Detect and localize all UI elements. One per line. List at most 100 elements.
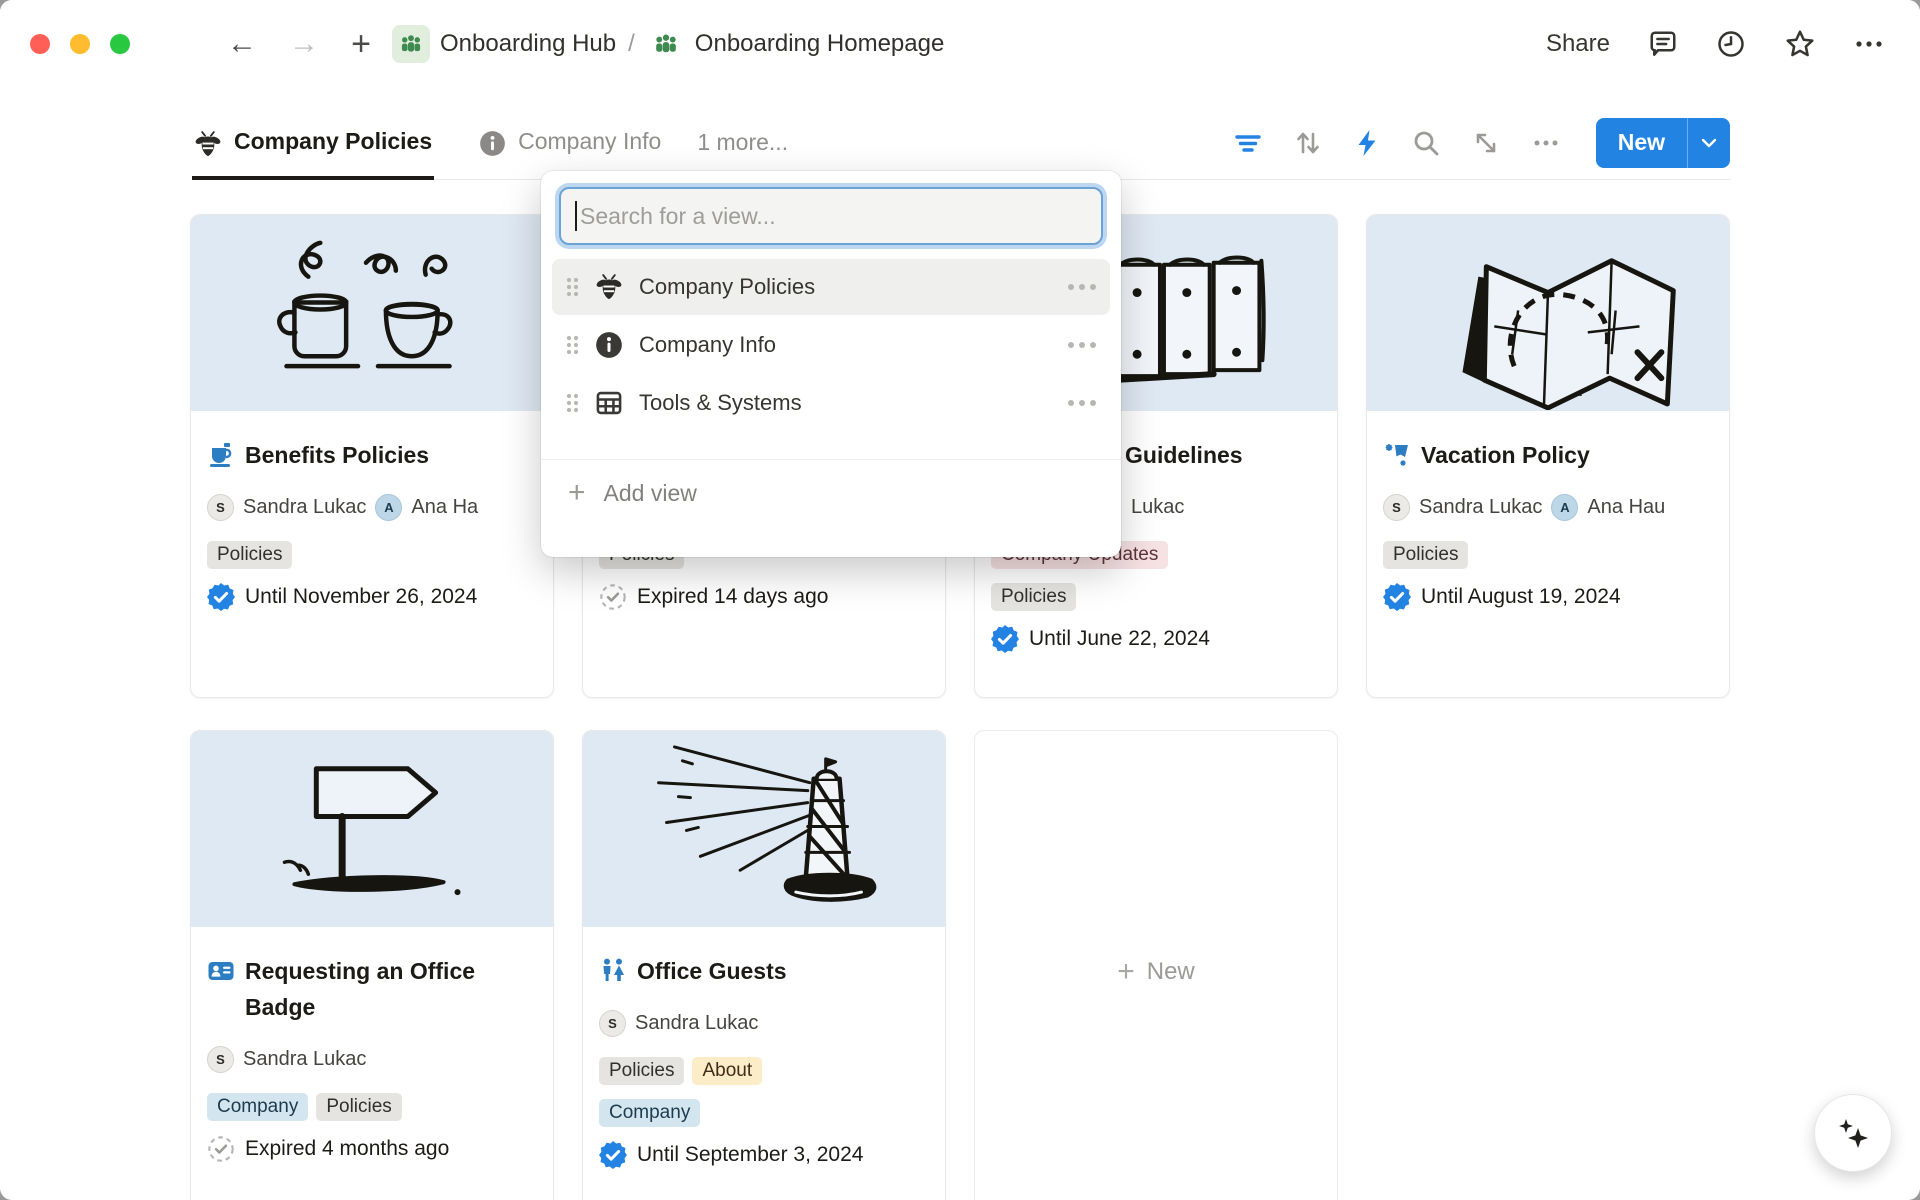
view-label: Tools & Systems [639, 390, 1052, 416]
sort-icon[interactable] [1294, 129, 1322, 157]
id-badge-icon [207, 957, 235, 985]
card-status: Until June 22, 2024 [991, 625, 1321, 653]
tag-policies: Policies [207, 541, 292, 569]
card-tags: Policies [1383, 541, 1713, 569]
card-vacation-policy[interactable]: Vacation Policy S Sandra Lukac A Ana Hau… [1366, 214, 1730, 698]
sidebar-menu-icon[interactable] [164, 32, 196, 57]
status-text: Until August 19, 2024 [1421, 585, 1621, 609]
view-row-menu-icon[interactable] [1068, 284, 1096, 290]
view-options-icon[interactable] [1532, 129, 1560, 157]
chevron-down-icon [1701, 138, 1717, 148]
text-caret [575, 201, 577, 231]
card-office-guests[interactable]: Office Guests S Sandra Lukac Policies Ab… [582, 730, 946, 1200]
status-text: Expired 14 days ago [637, 585, 828, 609]
zoom-window-button[interactable] [110, 34, 130, 54]
comments-icon[interactable] [1648, 29, 1678, 59]
card-cover-signpost-doodle [191, 731, 553, 927]
ai-assistant-button[interactable] [1814, 1094, 1892, 1172]
card-tags: Company Policies [207, 1093, 537, 1121]
window-controls [30, 34, 130, 54]
breadcrumb-item-hub[interactable]: Onboarding Hub [392, 25, 616, 63]
new-card-button[interactable]: + New [974, 730, 1338, 1200]
new-record-button-group: New [1596, 118, 1730, 168]
view-row-company-info[interactable]: Company Info [552, 317, 1110, 373]
drag-handle-icon[interactable] [566, 392, 579, 414]
sparkles-icon [1831, 1111, 1875, 1155]
bee-icon [194, 130, 222, 158]
avatar: S [207, 1046, 234, 1073]
card-status: Until August 19, 2024 [1383, 583, 1713, 611]
drag-handle-icon[interactable] [566, 334, 579, 356]
card-status: Expired 4 months ago [207, 1135, 537, 1163]
new-button-dropdown[interactable] [1688, 118, 1730, 168]
new-page-icon[interactable]: + [346, 25, 376, 64]
filter-icon[interactable] [1234, 129, 1262, 157]
share-button[interactable]: Share [1546, 30, 1610, 58]
bee-icon [595, 273, 623, 301]
titlebar: ← → + Onboarding Hub / Onboarding Homepa… [0, 0, 1920, 88]
tag-policies: Policies [991, 583, 1076, 611]
tag-policies: Policies [1383, 541, 1468, 569]
search-icon[interactable] [1412, 129, 1440, 157]
view-row-company-policies[interactable]: Company Policies [552, 259, 1110, 315]
coffee-mug-icon [207, 441, 235, 469]
two-people-icon [599, 957, 627, 985]
view-row-menu-icon[interactable] [1068, 400, 1096, 406]
card-title-row: Vacation Policy [1383, 437, 1713, 473]
new-button[interactable]: New [1596, 118, 1687, 168]
avatar: A [1551, 494, 1578, 521]
card-cover-map-doodle [1367, 215, 1729, 411]
new-card-label: New [1147, 958, 1195, 986]
view-row-tools-systems[interactable]: Tools & Systems [552, 375, 1110, 431]
card-title-row: Office Guests [599, 953, 929, 989]
automations-lightning-icon[interactable] [1354, 129, 1380, 157]
more-options-icon[interactable] [1854, 29, 1884, 59]
plus-icon: + [1117, 955, 1135, 989]
team-icon [647, 25, 685, 63]
card-tags: Policies About [599, 1057, 929, 1085]
person-name: Sandra Lukac [1419, 496, 1542, 519]
card-title: Benefits Policies [245, 437, 429, 473]
plus-icon: + [568, 476, 586, 510]
card-tags: Policies [991, 583, 1321, 611]
expired-check-icon [207, 1135, 235, 1163]
tab-label: Company Policies [234, 128, 432, 155]
card-requesting-office-badge[interactable]: Requesting an Office Badge S Sandra Luka… [190, 730, 554, 1200]
breadcrumb-separator: / [628, 30, 635, 58]
minimize-window-button[interactable] [70, 34, 90, 54]
breadcrumb-item-homepage[interactable]: Onboarding Homepage [647, 25, 945, 63]
favorite-star-icon[interactable] [1784, 28, 1816, 60]
view-toolbar: New [1234, 118, 1730, 168]
card-title-row: Requesting an Office Badge [207, 953, 537, 1025]
view-search-input[interactable]: Search for a view... [559, 187, 1103, 245]
card-content: Requesting an Office Badge S Sandra Luka… [191, 927, 553, 1200]
card-people-row: S Sandra Lukac [599, 1009, 929, 1037]
info-icon [595, 331, 623, 359]
card-tags: Policies [207, 541, 537, 569]
view-row-menu-icon[interactable] [1068, 342, 1096, 348]
tab-more-views[interactable]: 1 more... [697, 129, 788, 156]
add-view-button[interactable]: + Add view [552, 460, 1110, 526]
verified-badge-icon [991, 625, 1019, 653]
drag-handle-icon[interactable] [566, 276, 579, 298]
expand-icon[interactable] [1472, 129, 1500, 157]
card-benefits-policies[interactable]: Benefits Policies S Sandra Lukac A Ana H… [190, 214, 554, 698]
tab-company-policies[interactable]: Company Policies [192, 107, 434, 180]
forward-arrow-icon[interactable]: → [288, 27, 320, 61]
vacation-icon [1383, 441, 1411, 469]
person-name: Ana Hau [1587, 496, 1665, 519]
card-title: Requesting an Office Badge [245, 953, 537, 1025]
card-status: Expired 14 days ago [599, 583, 929, 611]
search-placeholder: Search for a view... [580, 203, 776, 230]
card-title: Guidelines [1125, 437, 1243, 473]
history-clock-icon[interactable] [1716, 29, 1746, 59]
add-view-label: Add view [604, 480, 697, 507]
card-people-row: S Sandra Lukac A Ana Hau [1383, 493, 1713, 521]
close-window-button[interactable] [30, 34, 50, 54]
tag-about: About [692, 1057, 762, 1085]
team-icon [392, 25, 430, 63]
avatar: S [1383, 494, 1410, 521]
tab-company-info[interactable]: Company Info [476, 107, 663, 180]
back-arrow-icon[interactable]: ← [226, 27, 258, 61]
card-status: Until September 3, 2024 [599, 1141, 929, 1169]
